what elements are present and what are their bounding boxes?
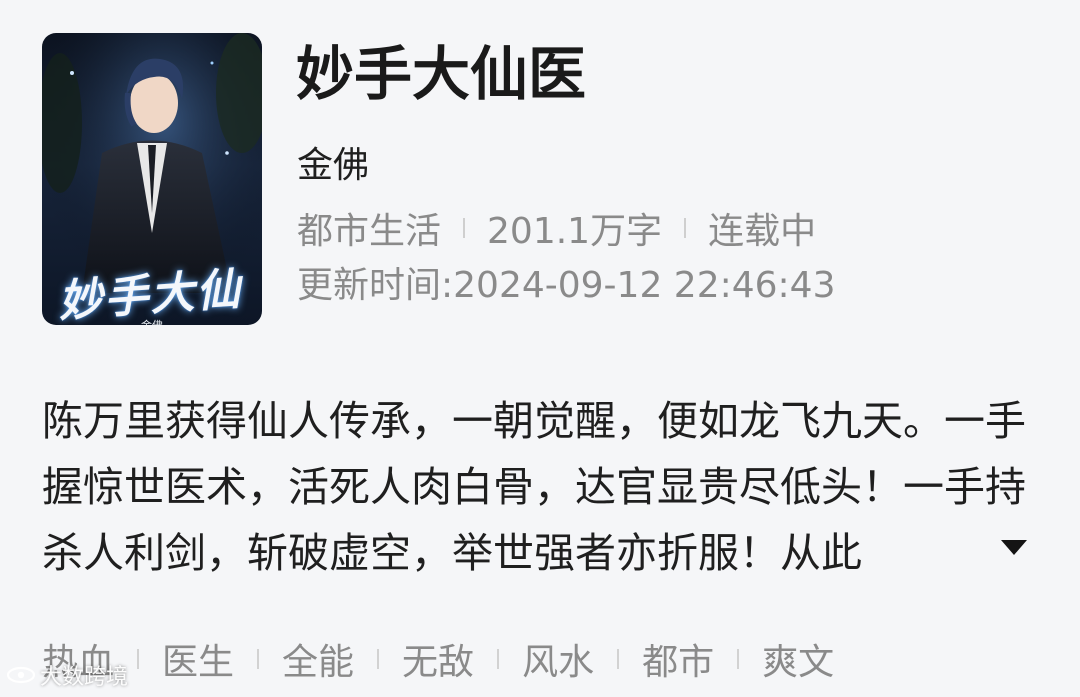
- divider: [463, 218, 466, 238]
- divider: [497, 649, 500, 669]
- watermark-text: 大数跨境: [40, 665, 129, 690]
- tag-item[interactable]: 都市: [642, 633, 714, 685]
- book-detail-page: 妙手大仙医 金佛 妙手大仙医 金佛 都市生活 201.1万字 连载中 更新时间:…: [0, 0, 1080, 697]
- divider: [137, 649, 140, 669]
- watermark: 大数跨境: [6, 658, 128, 692]
- caret-down-icon: [1001, 540, 1027, 555]
- expand-synopsis-button[interactable]: [994, 532, 1034, 562]
- synopsis-fade: [860, 520, 1000, 586]
- eye-logo-icon: [6, 666, 36, 684]
- tag-item[interactable]: 医生: [162, 633, 234, 685]
- tag-item[interactable]: 爽文: [762, 633, 834, 685]
- tag-item[interactable]: 全能: [282, 633, 354, 685]
- divider: [377, 649, 380, 669]
- tag-item[interactable]: 风水: [522, 633, 594, 685]
- divider: [257, 649, 260, 669]
- cover-author-art: 金佛: [42, 317, 262, 325]
- update-time-row: 更新时间:2024-09-12 22:46:43: [297, 262, 835, 310]
- book-meta-row: 都市生活 201.1万字 连载中: [297, 204, 816, 252]
- tag-list: 热血 医生 全能 无敌 风水 都市 爽文: [42, 634, 834, 684]
- divider: [684, 218, 687, 238]
- author-name[interactable]: 金佛: [297, 142, 369, 190]
- update-time-value: 2024-09-12 22:46:43: [453, 265, 836, 306]
- book-cover-image[interactable]: 妙手大仙医 金佛: [42, 33, 262, 325]
- book-title: 妙手大仙医: [296, 40, 587, 108]
- serial-status: 连载中: [708, 211, 817, 252]
- divider: [617, 649, 620, 669]
- divider: [737, 649, 740, 669]
- update-time-label: 更新时间:: [297, 265, 454, 306]
- tag-item[interactable]: 无敌: [402, 633, 474, 685]
- category-label[interactable]: 都市生活: [297, 202, 441, 254]
- word-count: 201.1万字: [487, 211, 663, 252]
